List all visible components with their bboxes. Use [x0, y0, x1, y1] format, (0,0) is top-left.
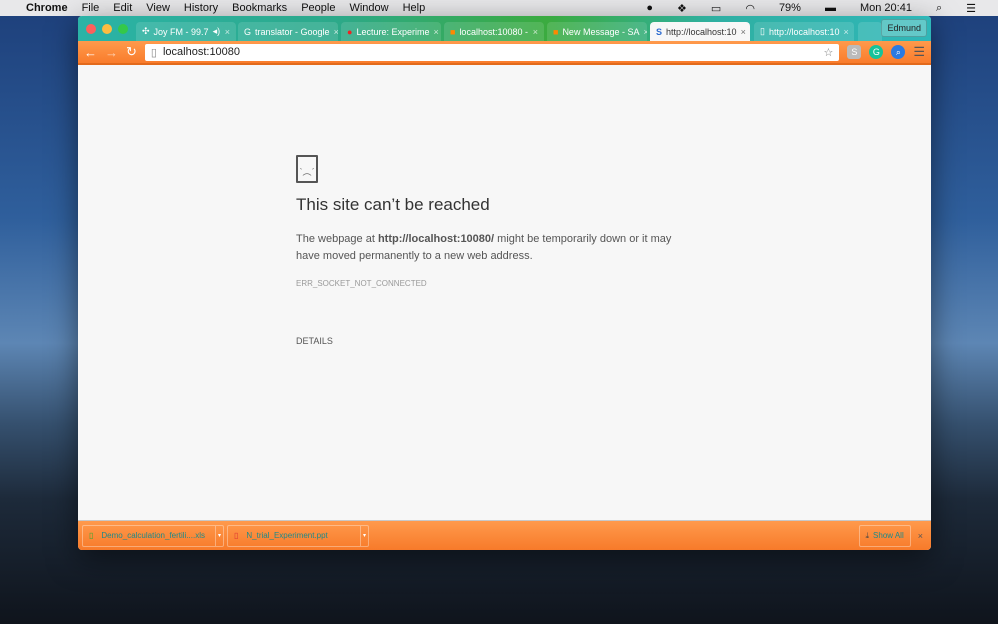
toolbar: ← → ↻ ▯ localhost:10080 ☆ S G ⌕ ☰ [78, 41, 931, 65]
record-icon: ● [347, 26, 353, 37]
menu-window[interactable]: Window [349, 2, 388, 14]
close-tab-icon[interactable]: × [533, 27, 538, 37]
google-icon: G [244, 26, 252, 37]
tab-strip: ✣ Joy FM - 99.7 ◂) × Gtranslator - Google × … [78, 16, 931, 41]
error-message: The webpage at http://localhost:10080/ m… [296, 231, 696, 265]
download-menu-icon[interactable]: ▾ [360, 525, 368, 546]
tab-title: Lecture: Experime [356, 26, 430, 37]
menu-help[interactable]: Help [403, 2, 426, 14]
zoom-window-button[interactable] [118, 24, 128, 34]
battery-percent: 79% [778, 2, 801, 14]
show-all-label: Show All [873, 531, 904, 540]
download-name: N_trial_Experiment.ppt [246, 531, 328, 540]
tab-title: localhost:10080 - [459, 26, 528, 37]
close-tab-icon[interactable]: × [334, 27, 338, 37]
address-bar[interactable]: ▯ localhost:10080 ☆ [144, 43, 840, 61]
error-url: http://localhost:10080/ [377, 233, 495, 245]
menu-bookmarks[interactable]: Bookmarks [232, 2, 287, 14]
tab-title: http://localhost:10 [666, 26, 737, 37]
show-all-button[interactable]: ⤓ Show All [858, 524, 911, 547]
menu-history[interactable]: History [184, 2, 218, 14]
tab-joy-fm[interactable]: ✣ Joy FM - 99.7 ◂) × [136, 22, 236, 41]
menu-app[interactable]: Chrome [26, 2, 68, 14]
notification-center-icon[interactable]: ☰ [966, 2, 976, 15]
viber-icon[interactable]: ● [646, 2, 653, 14]
close-tab-icon[interactable]: × [433, 27, 438, 37]
tab-new-message[interactable]: ■ New Message - SA × [547, 22, 647, 41]
close-tab-icon[interactable]: × [741, 27, 746, 37]
extension-s-icon[interactable]: S [847, 45, 862, 59]
sad-page-icon: ˋ︵ˊ [296, 155, 318, 183]
tab-active-localhost[interactable]: Shttp://localhost:10 × [650, 22, 750, 41]
download-name: Demo_calculation_fertili....xls [101, 531, 206, 540]
bookmark-star-icon[interactable]: ☆ [823, 46, 833, 59]
browser-window: ✣ Joy FM - 99.7 ◂) × Gtranslator - Google × … [78, 16, 931, 550]
close-tab-icon[interactable]: × [643, 27, 647, 37]
reload-icon[interactable]: ↻ [126, 44, 137, 60]
tab-title: New Message - SA [562, 26, 640, 37]
ppt-file-icon: ▯ [234, 531, 239, 540]
tab-title: translator - Google [255, 26, 330, 37]
audio-icon[interactable]: ◂) [213, 26, 221, 37]
tab-title: Joy FM - 99.7 [153, 26, 209, 37]
page-icon: ▯ [150, 46, 157, 59]
s-icon: S [656, 26, 663, 37]
tab-localhost[interactable]: ■ localhost:10080 - × [444, 22, 544, 41]
close-download-bar-icon[interactable]: × [914, 531, 927, 541]
app-icon: ■ [553, 26, 559, 37]
close-tab-icon[interactable]: × [225, 27, 230, 37]
xls-file-icon: ▯ [89, 531, 94, 540]
display-icon[interactable]: ▭ [711, 2, 721, 15]
close-tab-icon[interactable]: × [844, 27, 849, 37]
download-menu-icon[interactable]: ▾ [215, 525, 223, 546]
new-tab-button[interactable] [858, 22, 882, 41]
clock[interactable]: Mon 20:41 [860, 2, 912, 14]
menu-edit[interactable]: Edit [113, 2, 132, 14]
msg-pre: The webpage at [296, 233, 378, 245]
grammarly-icon[interactable]: G [869, 45, 884, 59]
error-code: ERR_SOCKET_NOT_CONNECTED [296, 279, 427, 288]
error-panel: ˋ︵ˊ This site can’t be reached The webpa… [296, 155, 696, 346]
details-button[interactable]: DETAILS [296, 336, 696, 346]
menu-icon[interactable]: ☰ [913, 44, 925, 60]
download-item-ppt[interactable]: ▯ N_trial_Experiment.ppt ▾ [227, 524, 369, 547]
menu-view[interactable]: View [146, 2, 170, 14]
back-icon[interactable]: ← [84, 45, 97, 60]
tab-localhost-2[interactable]: ▯ http://localhost:10 × [754, 22, 854, 41]
page-content: ˋ︵ˊ This site can’t be reached The webpa… [78, 65, 931, 520]
forward-icon[interactable]: → [105, 45, 118, 60]
menu-file[interactable]: File [82, 2, 100, 14]
menu-bar: Chrome File Edit View History Bookmarks … [0, 0, 998, 16]
battery-icon[interactable]: ▬ [825, 2, 836, 14]
wifi-icon[interactable]: ◠ [745, 2, 755, 15]
download-bar: ▯ Demo_calculation_fertili....xls ▾ ▯ N_tri… [78, 520, 931, 550]
app-icon: ■ [450, 26, 456, 37]
download-item-xls[interactable]: ▯ Demo_calculation_fertili....xls ▾ [82, 524, 224, 547]
menu-people[interactable]: People [301, 2, 335, 14]
error-title: This site can’t be reached [296, 195, 490, 214]
search-icon[interactable]: ⌕ [936, 2, 942, 15]
radio-icon: ✣ [142, 26, 150, 36]
tab-lecture[interactable]: ● Lecture: Experime × [341, 22, 441, 41]
address-text[interactable]: localhost:10080 [163, 46, 240, 58]
download-icon: ⤓ [865, 530, 870, 540]
tab-translator[interactable]: Gtranslator - Google × [238, 22, 338, 41]
search-extension-icon[interactable]: ⌕ [891, 45, 906, 59]
page-icon: ▯ [760, 26, 765, 36]
tab-title: http://localhost:10 [768, 26, 840, 37]
minimize-window-button[interactable] [102, 24, 112, 34]
close-window-button[interactable] [86, 24, 96, 34]
dropbox-icon[interactable]: ❖ [677, 2, 687, 15]
profile-button[interactable]: Edmund [881, 19, 927, 37]
